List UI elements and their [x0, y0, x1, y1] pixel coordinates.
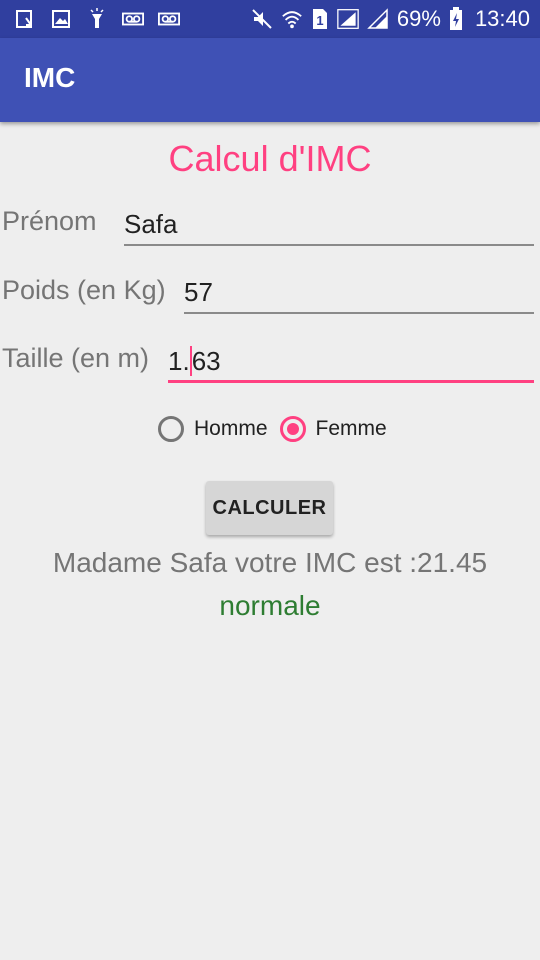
- radio-homme-label[interactable]: Homme: [194, 417, 268, 441]
- calculer-button[interactable]: CALCULER: [206, 481, 333, 535]
- result-text: Madame Safa votre IMC est :21.45: [52, 547, 488, 578]
- download-icon: [14, 8, 36, 30]
- gender-radio-group: Homme Femme: [158, 416, 399, 442]
- app-title: IMC: [24, 62, 76, 93]
- imc-category: normale: [219, 590, 321, 621]
- radio-homme[interactable]: [158, 416, 184, 442]
- status-bar: 1 69% 13:40: [0, 0, 540, 38]
- poids-input[interactable]: 57: [184, 270, 534, 314]
- signal-icon: [337, 8, 359, 30]
- image-icon: [50, 8, 72, 30]
- battery-percent: 69%: [396, 6, 441, 31]
- taille-label: Taille (en m): [2, 343, 150, 373]
- voicemail-icon: [122, 8, 144, 30]
- mute-icon: [251, 8, 273, 30]
- flashlight-icon: [86, 8, 108, 30]
- battery-icon: [449, 7, 463, 30]
- voicemail-icon: [158, 8, 180, 30]
- wifi-icon: [281, 8, 303, 30]
- taille-input[interactable]: 1.63: [168, 339, 534, 383]
- radio-femme[interactable]: [279, 416, 306, 442]
- signal-icon: [367, 8, 389, 30]
- radio-femme-dot: [286, 423, 299, 435]
- prenom-label: Prénom: [2, 206, 97, 236]
- prenom-input[interactable]: Safa: [124, 202, 534, 246]
- prenom-value: Safa: [124, 209, 178, 239]
- sim-number: 1: [316, 13, 323, 28]
- taille-value-part1: 1.: [168, 346, 190, 376]
- taille-value-part2: 63: [191, 346, 221, 376]
- poids-label: Poids (en Kg): [2, 275, 166, 305]
- clock: 13:40: [474, 6, 530, 31]
- radio-femme-label[interactable]: Femme: [316, 417, 387, 441]
- poids-value: 57: [184, 277, 213, 307]
- page-title: Calcul d'IMC: [168, 138, 372, 179]
- app-bar: IMC: [0, 38, 540, 122]
- sim-icon: 1: [311, 8, 329, 30]
